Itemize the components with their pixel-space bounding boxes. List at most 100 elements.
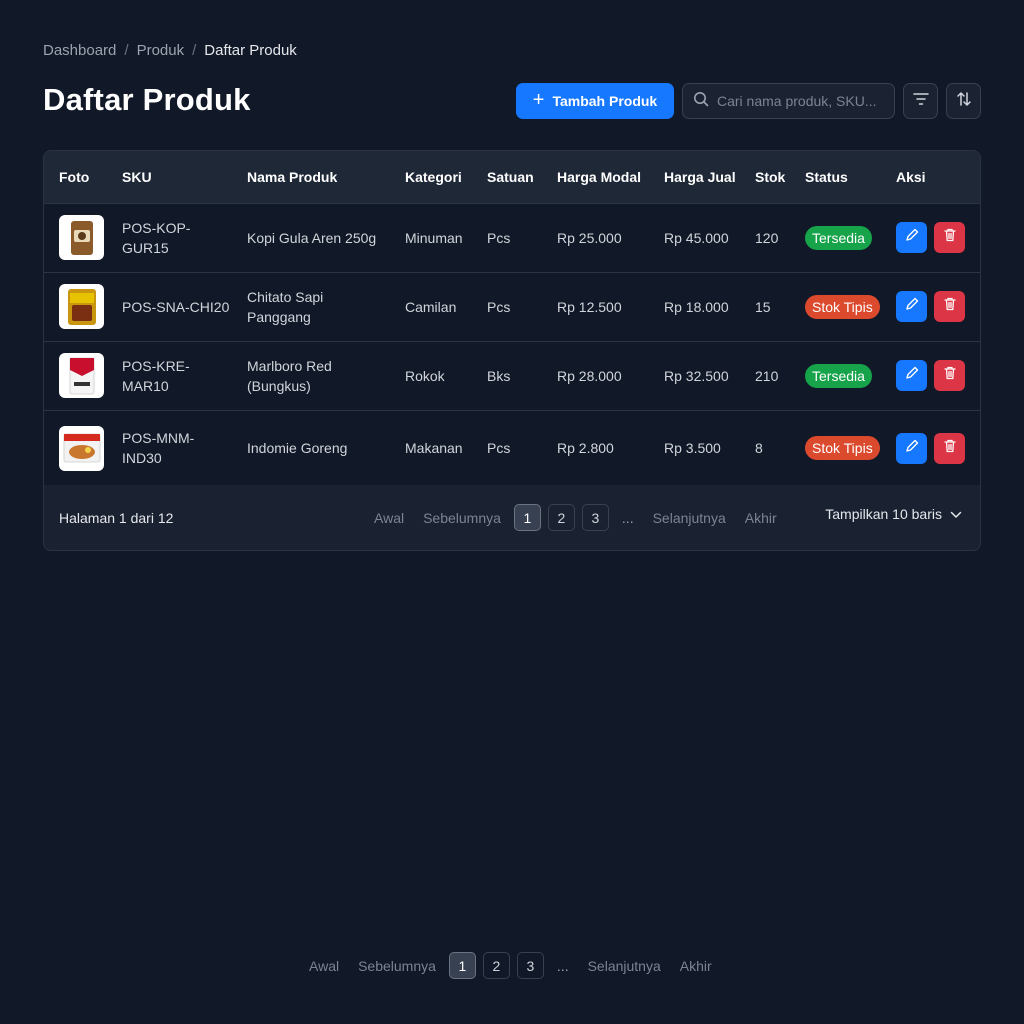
cell-sku: POS-KOP-GUR15 <box>107 203 232 273</box>
sort-button[interactable] <box>946 83 981 119</box>
page-button-1[interactable]: 1 <box>513 504 541 531</box>
breadcrumb-separator: / <box>192 42 197 59</box>
column-header-sku[interactable]: SKU <box>107 151 232 204</box>
product-table: Foto SKU Nama Produk Kategori Satuan Har… <box>44 151 980 487</box>
cell-cost: Rp 28.000 <box>542 341 649 411</box>
delete-button[interactable] <box>934 360 965 391</box>
last-page-link[interactable]: Akhir <box>674 958 718 974</box>
chevron-down-icon <box>950 506 962 522</box>
breadcrumb: Dashboard / Produk / Daftar Produk <box>43 42 297 59</box>
column-header-stok[interactable]: Stok <box>740 151 790 204</box>
first-page-link[interactable]: Awal <box>303 958 345 974</box>
product-photo <box>59 215 104 260</box>
cell-unit: Bks <box>472 341 542 411</box>
add-product-button[interactable]: + Tambah Produk <box>516 83 674 119</box>
status-badge: Tersedia <box>805 225 872 250</box>
edit-button[interactable] <box>896 222 927 253</box>
prev-page-link[interactable]: Sebelumnya <box>417 510 507 526</box>
product-table-card: Foto SKU Nama Produk Kategori Satuan Har… <box>43 150 981 551</box>
column-header-satuan[interactable]: Satuan <box>472 151 542 204</box>
next-page-link[interactable]: Selanjutnya <box>647 510 732 526</box>
breadcrumb-dashboard[interactable]: Dashboard <box>43 42 116 59</box>
column-header-status[interactable]: Status <box>790 151 881 204</box>
pencil-icon <box>904 365 920 386</box>
search-icon <box>693 91 709 112</box>
cell-unit: Pcs <box>472 272 542 342</box>
toolbar: + Tambah Produk <box>516 83 981 119</box>
table-row[interactable]: POS-SNA-CHI20 Chitato Sapi Panggang Cami… <box>44 272 980 342</box>
pagination-ellipsis: ... <box>556 957 569 974</box>
page-button-3[interactable]: 3 <box>581 504 609 531</box>
product-photo <box>59 284 104 329</box>
edit-button[interactable] <box>896 432 927 464</box>
search-box[interactable] <box>682 83 895 119</box>
cell-sku: POS-KRE-MAR10 <box>107 341 232 411</box>
cell-sku: POS-SNA-CHI20 <box>107 272 232 342</box>
first-page-link[interactable]: Awal <box>368 510 410 526</box>
delete-button[interactable] <box>934 432 965 464</box>
rows-per-page-select[interactable]: Tampilkan 10 baris <box>825 506 962 522</box>
breadcrumb-current: Daftar Produk <box>204 42 297 59</box>
pencil-icon <box>904 227 920 248</box>
plus-icon: + <box>532 89 545 111</box>
product-photo <box>59 425 104 471</box>
product-photo <box>59 353 104 398</box>
cell-category: Camilan <box>390 272 472 342</box>
table-row[interactable]: POS-MNM-IND30 Indomie Goreng Makanan Pcs… <box>44 410 980 487</box>
cell-stock: 15 <box>740 272 790 342</box>
rows-per-page-label: Tampilkan 10 baris <box>825 506 942 522</box>
breadcrumb-produk[interactable]: Produk <box>137 42 185 59</box>
cell-sku: POS-MNM-IND30 <box>107 410 232 487</box>
cell-stock: 210 <box>740 341 790 411</box>
cell-unit: Pcs <box>472 410 542 487</box>
last-page-link[interactable]: Akhir <box>739 510 783 526</box>
trash-icon <box>942 296 958 317</box>
pencil-icon <box>904 296 920 317</box>
delete-button[interactable] <box>934 222 965 253</box>
column-header-kategori[interactable]: Kategori <box>390 151 472 204</box>
next-page-link[interactable]: Selanjutnya <box>582 958 667 974</box>
cell-name: Kopi Gula Aren 250g <box>232 203 390 273</box>
page-button-1[interactable]: 1 <box>448 952 476 979</box>
filter-icon <box>912 92 929 111</box>
cell-category: Rokok <box>390 341 472 411</box>
page-button-3[interactable]: 3 <box>516 952 544 979</box>
page-button-2[interactable]: 2 <box>547 504 575 531</box>
column-header-nama-produk[interactable]: Nama Produk <box>232 151 390 204</box>
cell-category: Minuman <box>390 203 472 273</box>
filter-button[interactable] <box>903 83 938 119</box>
cell-name: Marlboro Red (Bungkus) <box>232 341 390 411</box>
cell-price: Rp 18.000 <box>649 272 740 342</box>
search-input[interactable] <box>717 93 877 109</box>
page-title: Daftar Produk <box>43 82 251 117</box>
prev-page-link[interactable]: Sebelumnya <box>352 958 442 974</box>
cell-stock: 120 <box>740 203 790 273</box>
trash-icon <box>942 365 958 386</box>
column-header-harga-jual[interactable]: Harga Jual <box>649 151 740 204</box>
pagination: Awal Sebelumnya 1 2 3 ... Selanjutnya Ak… <box>368 504 783 531</box>
cell-name: Chitato Sapi Panggang <box>232 272 390 342</box>
cell-cost: Rp 2.800 <box>542 410 649 487</box>
column-header-harga-modal[interactable]: Harga Modal <box>542 151 649 204</box>
cell-price: Rp 45.000 <box>649 203 740 273</box>
trash-icon <box>942 227 958 248</box>
breadcrumb-separator: / <box>124 42 129 59</box>
cell-unit: Pcs <box>472 203 542 273</box>
cell-price: Rp 3.500 <box>649 410 740 487</box>
sort-icon <box>956 91 972 112</box>
bottom-pagination: Awal Sebelumnya 1 2 3 ... Selanjutnya Ak… <box>303 952 718 979</box>
edit-button[interactable] <box>896 291 927 322</box>
edit-button[interactable] <box>896 360 927 391</box>
column-header-foto: Foto <box>44 151 107 204</box>
cell-price: Rp 32.500 <box>649 341 740 411</box>
table-header-row: Foto SKU Nama Produk Kategori Satuan Har… <box>44 151 980 204</box>
delete-button[interactable] <box>934 291 965 322</box>
pagination-ellipsis: ... <box>621 509 634 526</box>
table-footer: Halaman 1 dari 12 Awal Sebelumnya 1 2 3 … <box>44 485 980 550</box>
table-row[interactable]: POS-KOP-GUR15 Kopi Gula Aren 250g Minuma… <box>44 203 980 273</box>
table-row[interactable]: POS-KRE-MAR10 Marlboro Red (Bungkus) Rok… <box>44 341 980 411</box>
cell-cost: Rp 25.000 <box>542 203 649 273</box>
page-button-2[interactable]: 2 <box>482 952 510 979</box>
status-badge: Stok Tipis <box>805 294 880 319</box>
column-header-aksi: Aksi <box>881 151 980 204</box>
